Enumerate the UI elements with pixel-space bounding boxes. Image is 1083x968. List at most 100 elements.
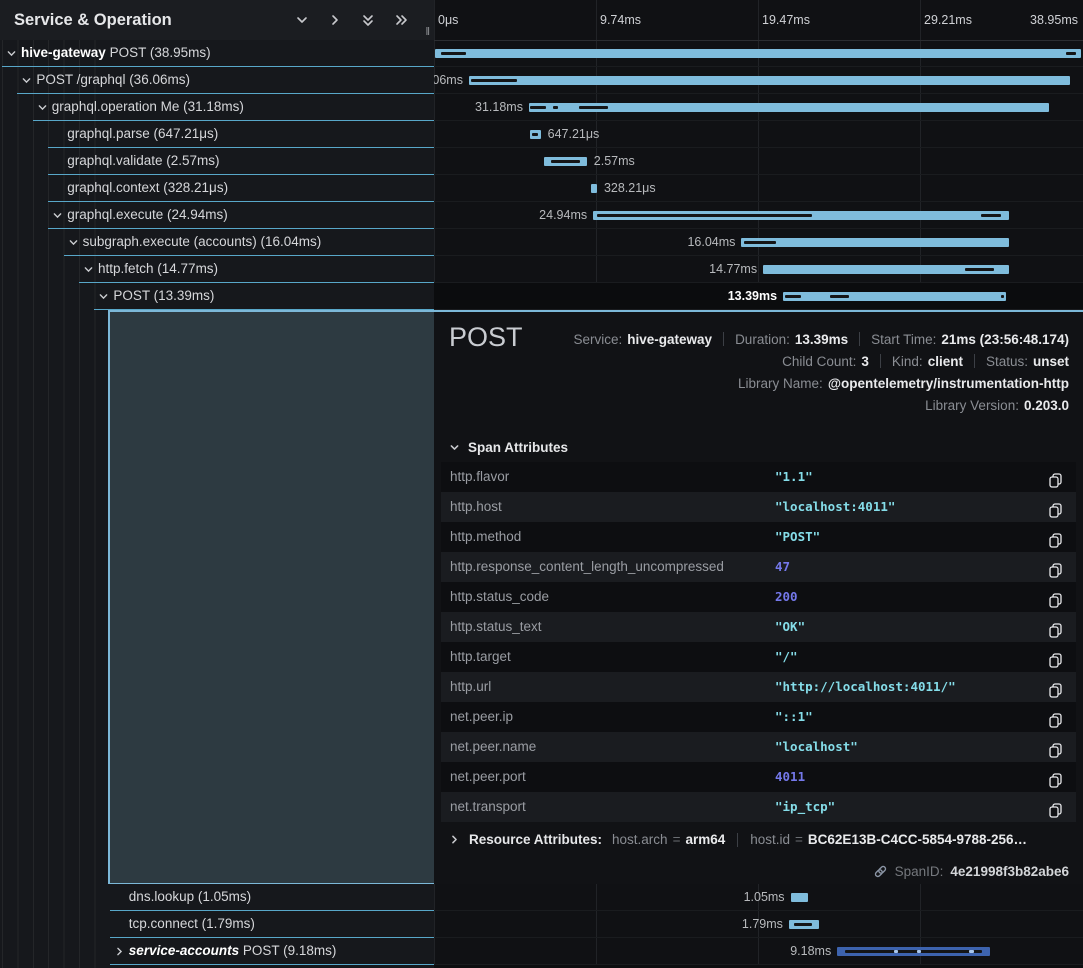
- overview-value: unset: [1033, 354, 1069, 369]
- span-tree-row[interactable]: subgraph.execute (accounts) (16.04ms): [0, 229, 434, 256]
- span-bar[interactable]: [544, 157, 587, 166]
- span-tree-row[interactable]: POST (13.39ms): [0, 283, 434, 310]
- equals-sign: =: [795, 832, 803, 847]
- span-attributes-table: http.flavor"1.1"http.host"localhost:4011…: [441, 462, 1076, 822]
- chevron-down-icon[interactable]: [21, 75, 32, 86]
- span-tree-row[interactable]: graphql.context (328.21μs): [0, 175, 434, 202]
- waterfall-row[interactable]: 2.57ms: [434, 148, 1083, 175]
- waterfall-row[interactable]: 14.77ms: [434, 256, 1083, 283]
- chevron-down-icon[interactable]: [37, 102, 48, 113]
- span-bar[interactable]: [763, 265, 1009, 274]
- timeline-ruler: 0μs9.74ms19.47ms29.21ms38.95ms: [434, 0, 1083, 41]
- waterfall-row[interactable]: 647.21μs: [434, 121, 1083, 148]
- span-tree-row[interactable]: http.fetch (14.77ms): [0, 256, 434, 283]
- child-span-marker: [441, 52, 467, 55]
- chevrons-right-icon[interactable]: [394, 13, 408, 27]
- divider: [737, 833, 738, 847]
- span-duration-label: 2.57ms: [594, 148, 635, 174]
- span-bar[interactable]: [469, 76, 1070, 85]
- overview-line: Child Count:3Kind:clientStatus:unset: [782, 350, 1069, 372]
- chevron-down-icon[interactable]: [68, 237, 79, 248]
- child-span-marker: [785, 295, 802, 298]
- span-duration-label: 36.06ms: [434, 67, 463, 93]
- overview-label: Start Time:: [871, 332, 936, 347]
- tree-header: Service & Operation ‖: [0, 0, 434, 40]
- attribute-value: "::1": [775, 702, 813, 732]
- span-duration-label: 1.05ms: [744, 884, 785, 910]
- waterfall-row[interactable]: 13.39ms: [434, 283, 1083, 310]
- chevron-right-icon[interactable]: [328, 13, 342, 27]
- child-span-marker: [1066, 52, 1076, 55]
- overview-value: hive-gateway: [627, 332, 712, 347]
- waterfall-row[interactable]: 24.94ms: [434, 202, 1083, 229]
- attribute-row: http.host"localhost:4011": [441, 492, 1076, 522]
- waterfall-row[interactable]: 328.21μs: [434, 175, 1083, 202]
- span-bar[interactable]: [741, 238, 1008, 247]
- attribute-value: 200: [775, 582, 798, 612]
- overview-value: @opentelemetry/instrumentation-http: [828, 376, 1069, 391]
- span-bar[interactable]: [529, 103, 1049, 112]
- span-tree-row[interactable]: dns.lookup (1.05ms): [0, 884, 434, 911]
- panel-resize-handle[interactable]: ‖: [425, 26, 431, 38]
- attribute-key: net.peer.port: [450, 762, 526, 792]
- attribute-key: http.flavor: [450, 462, 509, 492]
- chevron-right-icon: [449, 834, 460, 845]
- tree-header-icons: [295, 13, 434, 27]
- span-bar[interactable]: [783, 292, 1006, 301]
- divider: [859, 332, 860, 346]
- attribute-value: 4011: [775, 762, 805, 792]
- span-duration-label: 647.21μs: [548, 121, 600, 147]
- span-bar[interactable]: [591, 184, 596, 193]
- waterfall-row[interactable]: 1.79ms: [434, 911, 1083, 938]
- attribute-key: http.target: [450, 642, 511, 672]
- span-bar[interactable]: [789, 920, 819, 929]
- span-tree-label: tcp.connect (1.79ms): [129, 911, 255, 937]
- chevron-down-icon[interactable]: [6, 48, 17, 59]
- waterfall-row[interactable]: 1.05ms: [434, 884, 1083, 911]
- span-tree-row[interactable]: graphql.validate (2.57ms): [0, 148, 434, 175]
- span-tree-label: POST (13.39ms): [113, 283, 214, 309]
- waterfall-row[interactable]: 38.95ms: [434, 40, 1083, 67]
- child-span-marker: [532, 133, 538, 136]
- waterfall-row[interactable]: 16.04ms: [434, 229, 1083, 256]
- resource-value: BC62E13B-C4CC-5854-9788-256…: [808, 832, 1027, 847]
- span-bar[interactable]: [791, 893, 808, 902]
- resource-attributes-row[interactable]: Resource Attributes: host.arch=arm64host…: [449, 832, 1027, 847]
- waterfall-row[interactable]: 9.18ms: [434, 938, 1083, 965]
- chevron-down-icon[interactable]: [52, 210, 63, 221]
- span-tree-row[interactable]: tcp.connect (1.79ms): [0, 911, 434, 938]
- span-bar[interactable]: [530, 130, 541, 139]
- chevron-down-icon[interactable]: [98, 291, 109, 302]
- span-attributes-header[interactable]: Span Attributes: [449, 440, 568, 455]
- ruler-tick-label: 9.74ms: [600, 0, 641, 40]
- chevrons-down-icon[interactable]: [361, 13, 375, 27]
- span-bar[interactable]: [435, 49, 1082, 58]
- attribute-value: "POST": [775, 522, 820, 552]
- span-bar[interactable]: [593, 211, 1009, 220]
- span-row-underline: [110, 964, 434, 965]
- span-tree-row[interactable]: graphql.parse (647.21μs): [0, 121, 434, 148]
- copy-icon[interactable]: [1049, 799, 1062, 829]
- link-icon[interactable]: [873, 864, 888, 879]
- span-id-value: 4e21998f3b82abe6: [950, 864, 1069, 879]
- chevron-down-icon[interactable]: [83, 264, 94, 275]
- span-duration-label: 9.18ms: [790, 938, 831, 964]
- chevron-down-icon[interactable]: [295, 13, 309, 27]
- waterfall-row[interactable]: 31.18ms: [434, 94, 1083, 121]
- waterfall-row[interactable]: 36.06ms: [434, 67, 1083, 94]
- overview-label: Service:: [573, 332, 622, 347]
- attribute-key: net.peer.name: [450, 732, 536, 762]
- child-span-marker: [981, 214, 1001, 217]
- span-tree-row[interactable]: graphql.operation Me (31.18ms): [0, 94, 434, 121]
- span-bar[interactable]: [837, 947, 990, 956]
- span-tree-row[interactable]: service-accounts POST (9.18ms): [0, 938, 434, 965]
- span-tree-bottom: dns.lookup (1.05ms)tcp.connect (1.79ms)s…: [0, 884, 434, 965]
- span-duration-label: 328.21μs: [604, 175, 656, 201]
- span-tree-row[interactable]: POST /graphql (36.06ms): [0, 67, 434, 94]
- span-attributes-title: Span Attributes: [468, 440, 568, 455]
- ruler-tick-label: 38.95ms: [1030, 0, 1078, 40]
- chevron-right-icon[interactable]: [114, 946, 125, 957]
- child-span-marker: [579, 106, 608, 109]
- span-tree-row[interactable]: graphql.execute (24.94ms): [0, 202, 434, 229]
- span-tree-row[interactable]: hive-gateway POST (38.95ms): [0, 40, 434, 67]
